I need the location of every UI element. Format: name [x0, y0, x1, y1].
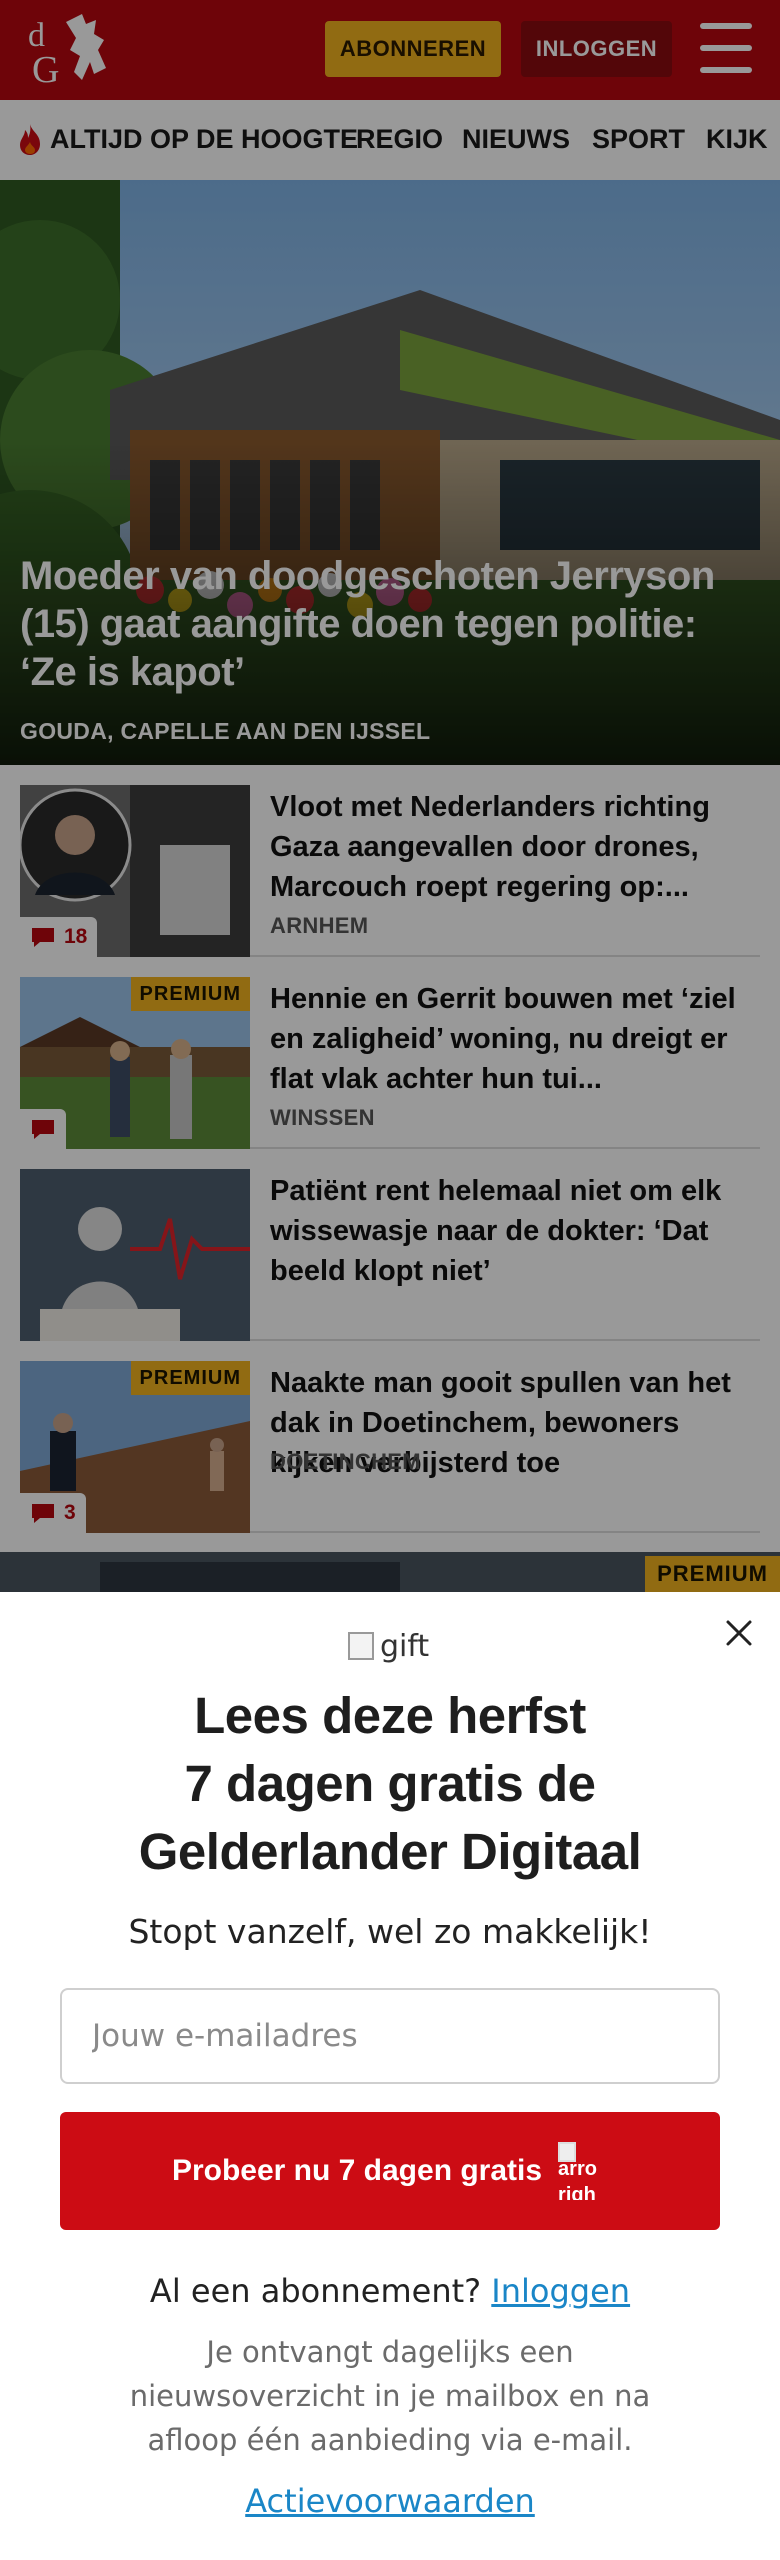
- article-thumbnail: PREMIUM 3: [20, 1361, 250, 1533]
- trial-button[interactable]: Probeer nu 7 dagen gratis arro righ: [60, 2112, 720, 2230]
- article-title[interactable]: Patiënt rent helemaal niet om elk wissew…: [270, 1171, 762, 1291]
- article-location: DOETINCHEM: [270, 1449, 421, 1474]
- list-item[interactable]: 18 Vloot met Nederlanders richting Gaza …: [20, 765, 760, 957]
- subscription-modal: gift Lees deze herfst 7 dagen gratis de …: [0, 1592, 780, 2560]
- nav-item-altijd-op-de-hoogte[interactable]: ALTIJD OP DE HOOGTE: [50, 124, 358, 155]
- list-item[interactable]: Patiënt rent helemaal niet om elk wissew…: [20, 1149, 760, 1341]
- menu-icon[interactable]: [700, 23, 752, 73]
- nav-item-sport[interactable]: SPORT: [592, 124, 685, 155]
- next-article-peek[interactable]: PREMIUM: [0, 1552, 780, 1592]
- nav-item-kijk[interactable]: KIJK: [706, 124, 768, 155]
- modal-headline: Lees deze herfst 7 dagen gratis de Gelde…: [138, 1687, 642, 1880]
- svg-text:G: G: [32, 49, 59, 90]
- section-nav: ALTIJD OP DE HOOGTE REGIO NIEUWS SPORT K…: [0, 100, 780, 181]
- modal-subtitle: Stopt vanzelf, wel zo makkelijk!: [128, 1912, 652, 1951]
- article-thumbnail: 18: [20, 785, 250, 957]
- gelderlander-logo[interactable]: d G: [24, 10, 124, 90]
- comment-icon: [32, 1120, 54, 1139]
- article-location: ARNHEM: [270, 913, 369, 938]
- article-thumbnail: [20, 1169, 250, 1341]
- gift-icon: gift: [348, 1628, 438, 1664]
- page-background: d G ABONNEREN INLOGGEN ALTIJD OP DE HOOG…: [0, 0, 780, 1592]
- arrow-right-icon: arro righ: [558, 2142, 608, 2200]
- login-button[interactable]: INLOGGEN: [521, 21, 672, 77]
- trial-button-label: Probeer nu 7 dagen gratis: [171, 2154, 543, 2187]
- email-field[interactable]: [60, 1988, 720, 2084]
- premium-badge: PREMIUM: [130, 977, 250, 1011]
- premium-badge: PREMIUM: [645, 1556, 780, 1592]
- subscribe-button[interactable]: ABONNEREN: [325, 21, 501, 77]
- nav-item-nieuws[interactable]: NIEUWS: [462, 124, 570, 155]
- login-link[interactable]: Inloggen: [491, 2272, 630, 2310]
- fine-print: Je ontvangt dagelijks een nieuwsoverzich…: [129, 2335, 651, 2457]
- premium-badge: PREMIUM: [130, 1361, 250, 1395]
- hero-title[interactable]: Moeder van doodgeschoten Jerryson (15) g…: [20, 552, 760, 696]
- article-thumbnail: PREMIUM: [20, 977, 250, 1149]
- article-title[interactable]: Vloot met Nederlanders richting Gaza aan…: [270, 787, 762, 907]
- hero-article[interactable]: Moeder van doodgeschoten Jerryson (15) g…: [0, 180, 780, 765]
- terms-link[interactable]: Actievoorwaarden: [0, 2482, 780, 2520]
- comment-count[interactable]: 3: [20, 1493, 86, 1533]
- list-item[interactable]: PREMIUM 3 Naakte man gooit spullen van h…: [20, 1341, 760, 1533]
- comment-count[interactable]: [20, 1109, 66, 1149]
- already-subscribed: Al een abonnement? Inloggen: [149, 2272, 631, 2310]
- comment-count-value: 18: [64, 925, 88, 948]
- comment-count[interactable]: 18: [20, 917, 98, 957]
- flame-icon: [20, 124, 40, 155]
- hero-location: GOUDA, CAPELLE AAN DEN IJSSEL: [20, 718, 431, 744]
- comment-count-value: 3: [64, 1501, 76, 1524]
- article-title[interactable]: Hennie en Gerrit bouwen met ‘ziel en zal…: [270, 979, 762, 1099]
- top-bar: d G ABONNEREN INLOGGEN: [0, 0, 780, 100]
- comment-icon: [32, 928, 54, 947]
- close-icon[interactable]: [724, 1618, 754, 1648]
- article-location: WINSSEN: [270, 1105, 375, 1130]
- nav-item-regio[interactable]: REGIO: [356, 124, 443, 155]
- list-item[interactable]: PREMIUM Hennie en Gerrit bouwen met ‘zie…: [20, 957, 760, 1149]
- comment-icon: [32, 1504, 54, 1523]
